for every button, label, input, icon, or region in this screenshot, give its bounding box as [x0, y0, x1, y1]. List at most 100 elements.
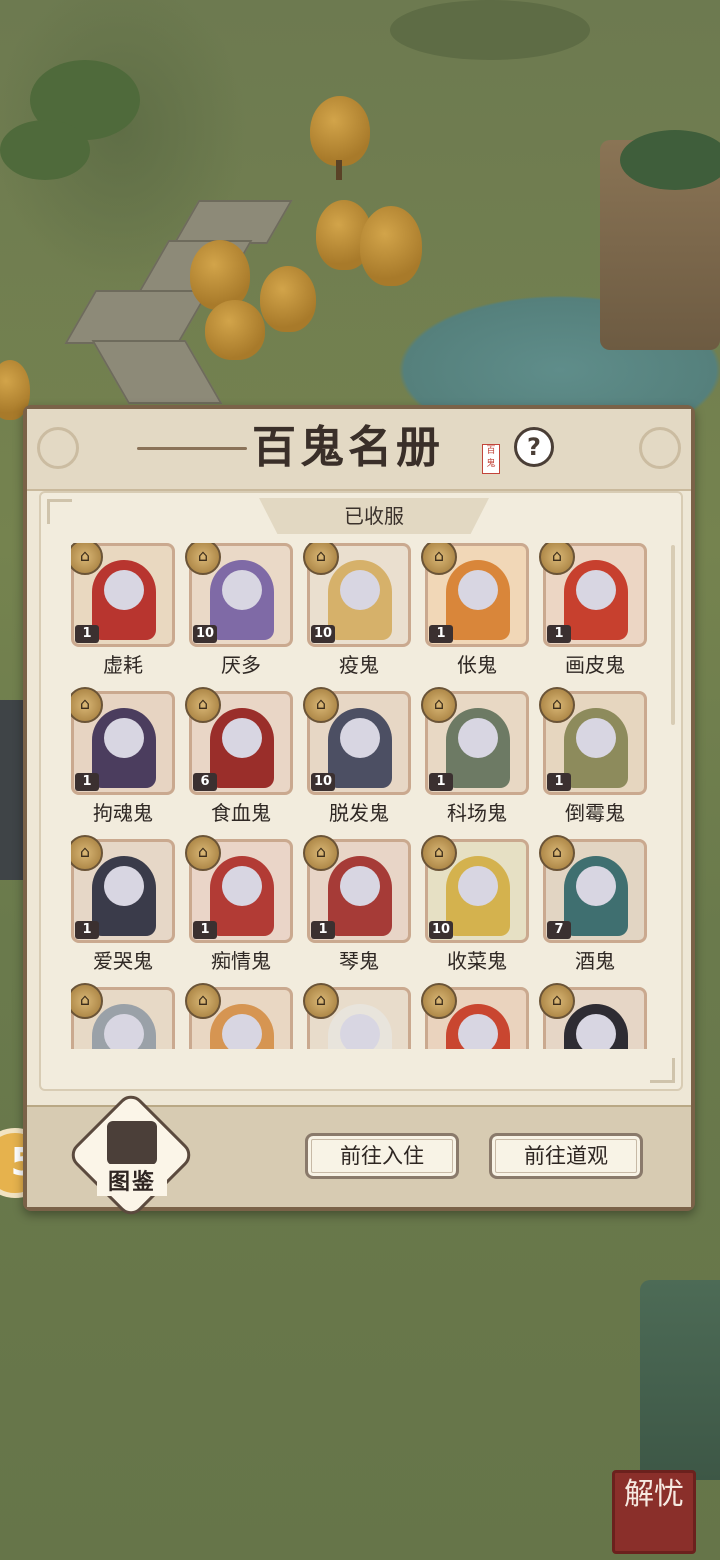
ghost-card[interactable]: 1 ⌂ 倒霉鬼: [539, 687, 647, 831]
question-mark-icon[interactable]: ?: [514, 427, 554, 467]
level-badge: 10: [193, 625, 218, 643]
level-badge: 1: [547, 773, 571, 791]
pagoda-hat-icon: ⌂: [303, 687, 339, 723]
ghost-name: 拘魂鬼: [93, 801, 153, 825]
pagoda-hat-icon: ⌂: [539, 835, 575, 871]
ghost-face: [104, 866, 144, 906]
pagoda-hat-icon: ⌂: [539, 983, 575, 1019]
ghost-face: [458, 866, 498, 906]
corner-ornament: [650, 1058, 675, 1083]
level-badge: 1: [75, 921, 99, 939]
ghost-name: 食血鬼: [211, 801, 271, 825]
level-badge: 1: [75, 773, 99, 791]
ghost-card[interactable]: 6 ⌂ 食血鬼: [185, 687, 293, 831]
title-seal: 百鬼: [482, 444, 500, 474]
tab-captured[interactable]: 已收服: [259, 498, 489, 534]
ghost-face: [222, 1014, 262, 1049]
cloud-swirl-decoration: [639, 427, 681, 469]
ghost-card[interactable]: 1 ⌂ 痴情鬼: [185, 835, 293, 979]
ghost-face: [222, 718, 262, 758]
ghost-face: [576, 718, 616, 758]
ghost-card[interactable]: 10 ⌂ 疫鬼: [303, 543, 411, 683]
ghost-face: [340, 1014, 380, 1049]
ghost-name: 痴情鬼: [211, 949, 271, 973]
ghost-card[interactable]: ⌂: [539, 983, 647, 1049]
ghost-name: 伥鬼: [457, 653, 497, 677]
ghost-name: 琴鬼: [339, 949, 379, 973]
level-badge: 1: [75, 625, 99, 643]
ghost-name: 收菜鬼: [447, 949, 507, 973]
ghost-card[interactable]: 1 ⌂ 爱哭鬼: [71, 835, 175, 979]
ghost-name: 爱哭鬼: [93, 949, 153, 973]
ghost-card[interactable]: 10 ⌂ 收菜鬼: [421, 835, 529, 979]
pagoda-hat-icon: ⌂: [421, 983, 457, 1019]
tree: [190, 240, 250, 310]
pagoda-hat-icon: ⌂: [185, 687, 221, 723]
scroll-book-icon: [107, 1121, 157, 1165]
cloud-swirl-decoration: [37, 427, 79, 469]
level-badge: 1: [193, 921, 217, 939]
ghost-face: [340, 570, 380, 610]
pagoda-hat-icon: ⌂: [421, 835, 457, 871]
pagoda-hat-icon: ⌂: [185, 835, 221, 871]
ghost-name: 倒霉鬼: [565, 801, 625, 825]
ghost-grid: 1 ⌂ 虚耗 10 ⌂ 厌多 10 ⌂ 疫鬼 1 ⌂ 伥鬼 1 ⌂ 画皮鬼 1 ⌂ 拘魂鬼 6 ⌂ 食血鬼 10 ⌂ 脱发鬼 1…: [71, 543, 671, 1049]
ghost-face: [104, 718, 144, 758]
ghost-card[interactable]: ⌂: [185, 983, 293, 1049]
ghost-card[interactable]: 1 ⌂ 科场鬼: [421, 687, 529, 831]
ghost-roster-panel: 百鬼名册 百鬼 ? 已收服 1 ⌂ 虚耗 10 ⌂ 厌多 10 ⌂ 疫鬼 1 ⌂ 伥鬼 1 ⌂ 画皮鬼 1 ⌂ 拘…: [23, 405, 695, 1221]
ghost-card[interactable]: 1 ⌂ 琴鬼: [303, 835, 411, 979]
go-move-in-button[interactable]: 前往入住: [305, 1133, 459, 1179]
ghost-card[interactable]: ⌂: [303, 983, 411, 1049]
stone-path: [64, 290, 210, 344]
ghost-face: [104, 1014, 144, 1049]
level-badge: 1: [311, 921, 335, 939]
ghost-card[interactable]: 10 ⌂ 脱发鬼: [303, 687, 411, 831]
level-badge: 7: [547, 921, 571, 939]
title-flourish: [137, 447, 247, 450]
ghost-card[interactable]: 1 ⌂ 伥鬼: [421, 543, 529, 683]
tree-trunk: [336, 160, 342, 180]
ghost-card[interactable]: ⌂: [421, 983, 529, 1049]
bush: [620, 130, 720, 190]
relieve-worries-stamp[interactable]: 解忧: [612, 1470, 696, 1554]
go-temple-button[interactable]: 前往道观: [489, 1133, 643, 1179]
ghost-card[interactable]: 1 ⌂ 画皮鬼: [539, 543, 647, 683]
ghost-card[interactable]: 10 ⌂ 厌多: [185, 543, 293, 683]
panel-header: 百鬼名册 百鬼 ?: [27, 409, 691, 491]
ghost-face: [340, 866, 380, 906]
pagoda-hat-icon: ⌂: [303, 983, 339, 1019]
ghost-face: [458, 570, 498, 610]
pagoda-hat-icon: ⌂: [539, 687, 575, 723]
level-badge: 1: [429, 625, 453, 643]
level-badge: 1: [429, 773, 453, 791]
pagoda-hat-icon: ⌂: [303, 835, 339, 871]
stone-path: [173, 200, 293, 244]
village: [390, 0, 590, 60]
ghost-name: 画皮鬼: [565, 653, 625, 677]
ghost-face: [458, 1014, 498, 1049]
list-scrollbar[interactable]: [671, 545, 675, 725]
ghost-card[interactable]: ⌂: [71, 983, 175, 1049]
ghost-face: [576, 570, 616, 610]
level-badge: 10: [311, 625, 336, 643]
ghost-face: [458, 718, 498, 758]
ghost-card[interactable]: 1 ⌂ 拘魂鬼: [71, 687, 175, 831]
ghost-card[interactable]: 7 ⌂ 酒鬼: [539, 835, 647, 979]
atlas-label: 图鉴: [97, 1164, 167, 1196]
corner-ornament: [47, 499, 72, 524]
ghost-face: [576, 866, 616, 906]
ghost-face: [104, 570, 144, 610]
panel-title: 百鬼名册: [252, 422, 444, 473]
tree: [310, 96, 370, 166]
ghost-name: 虚耗: [103, 653, 143, 677]
ghost-card[interactable]: 1 ⌂ 虚耗: [71, 543, 175, 683]
tree: [205, 300, 265, 360]
stone-path: [91, 340, 223, 404]
level-badge: 6: [193, 773, 217, 791]
ghost-face: [340, 718, 380, 758]
ghost-list-area[interactable]: 已收服 1 ⌂ 虚耗 10 ⌂ 厌多 10 ⌂ 疫鬼 1 ⌂ 伥鬼 1 ⌂ 画皮鬼 1 ⌂ 拘魂鬼 6 ⌂ 食血鬼 10 ⌂…: [39, 491, 683, 1091]
ghost-face: [576, 1014, 616, 1049]
ghost-name: 厌多: [221, 653, 261, 677]
bush: [0, 120, 90, 180]
